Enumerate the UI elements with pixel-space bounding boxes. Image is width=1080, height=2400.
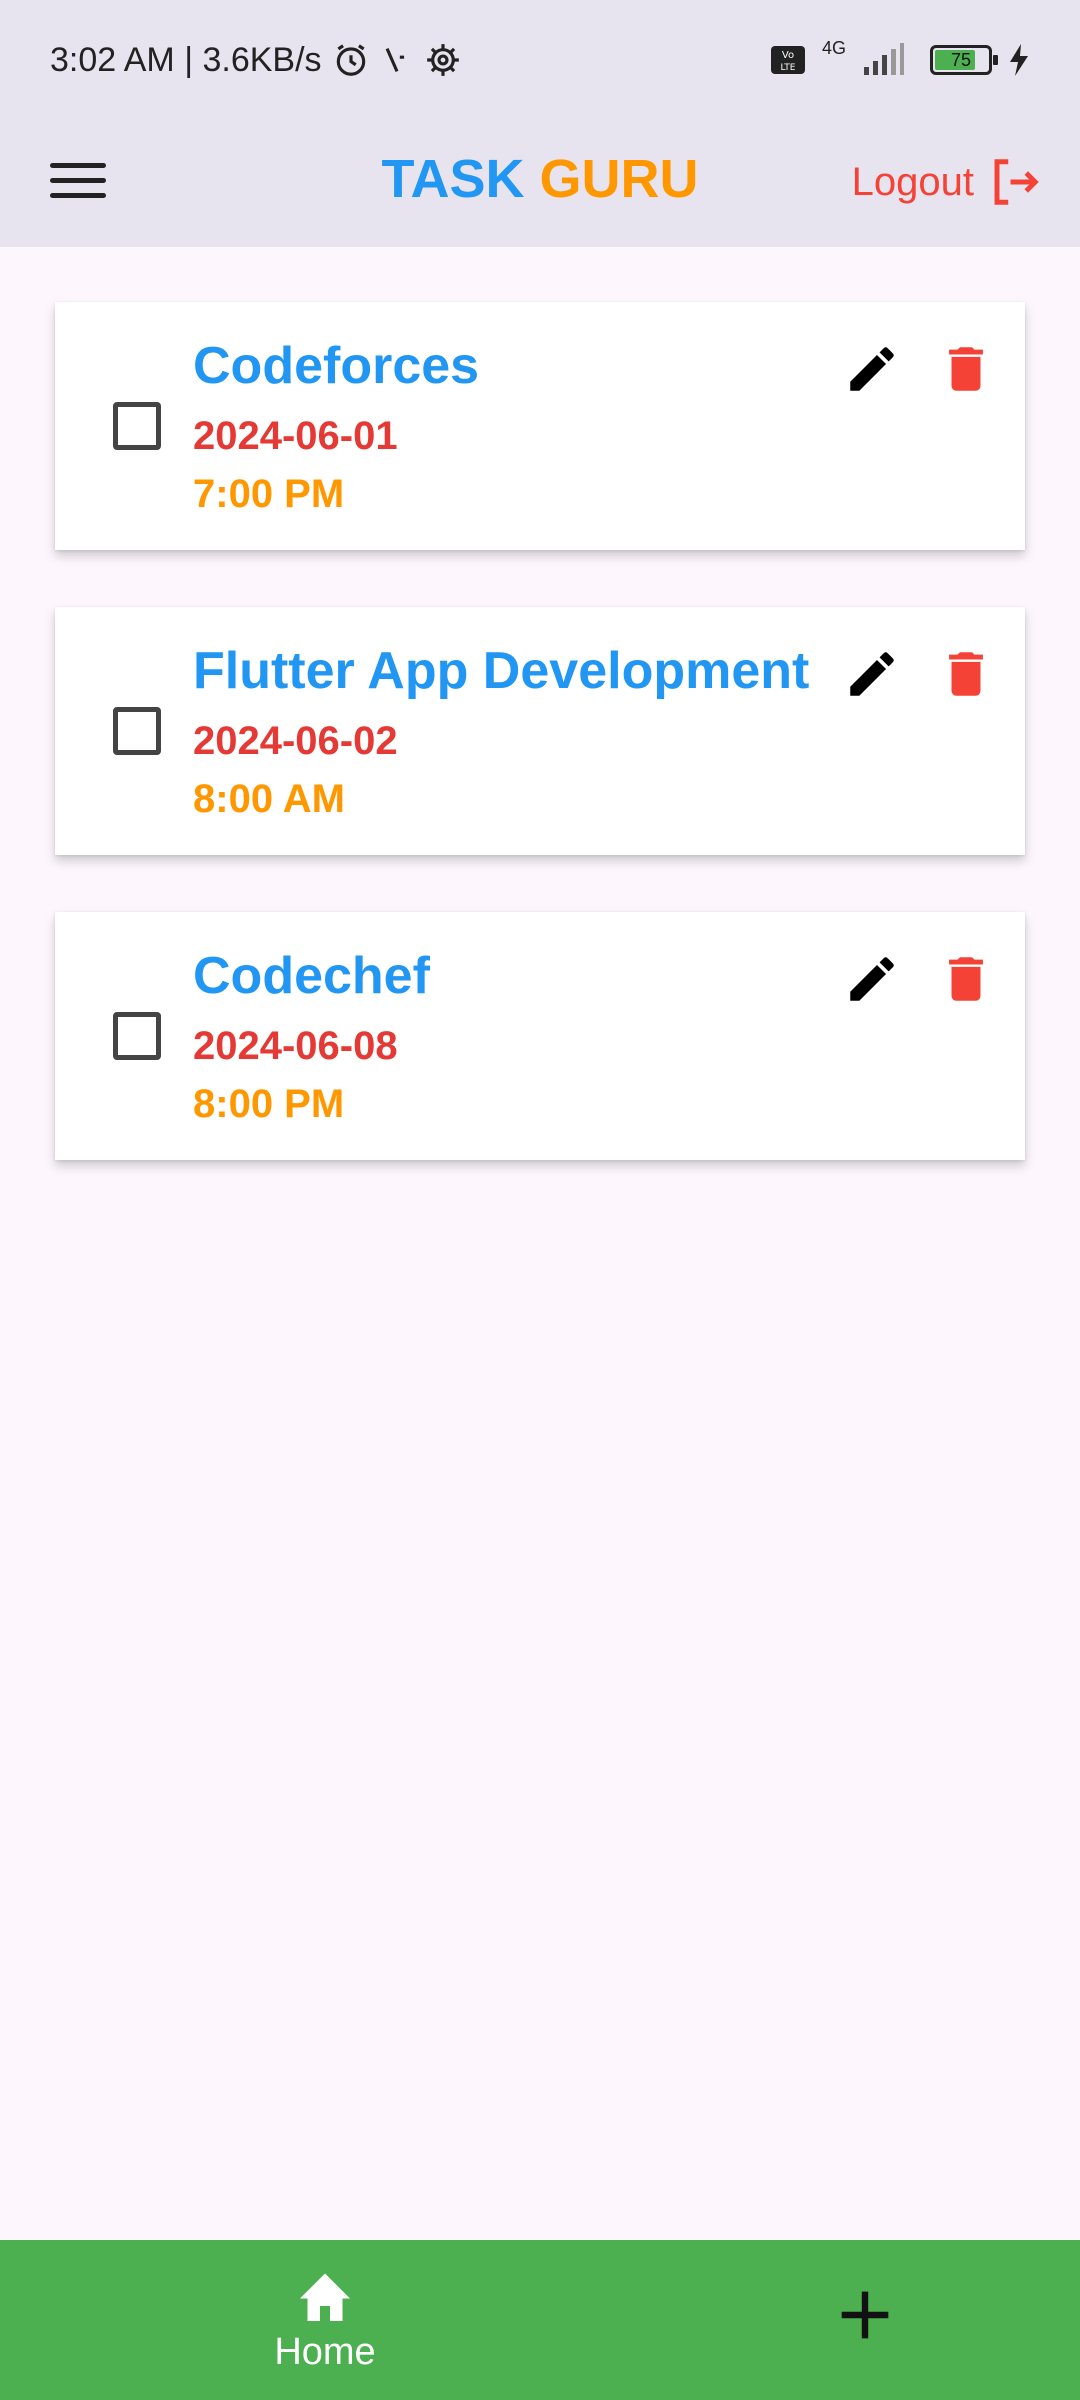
status-time-speed: 3:02 AM | 3.6KB/s bbox=[50, 40, 322, 79]
logout-icon bbox=[994, 159, 1039, 205]
task-checkbox[interactable] bbox=[113, 402, 161, 450]
bottom-nav: Home bbox=[0, 2240, 1080, 2400]
task-date: 2024-06-02 bbox=[193, 719, 398, 763]
menu-icon[interactable] bbox=[50, 153, 106, 213]
delete-icon[interactable] bbox=[937, 950, 995, 1008]
task-title: Codechef bbox=[193, 947, 430, 1005]
charging-bolt-icon bbox=[1010, 44, 1028, 76]
nav-home-label: Home bbox=[274, 2331, 376, 2373]
edit-icon[interactable] bbox=[843, 340, 901, 398]
status-left: 3:02 AM | 3.6KB/s bbox=[50, 41, 462, 80]
app-title-part1: TASK bbox=[381, 149, 525, 209]
delete-icon[interactable] bbox=[937, 645, 995, 703]
task-card[interactable]: Codeforces 2024-06-01 7:00 PM bbox=[55, 302, 1025, 550]
svg-text:Vo: Vo bbox=[782, 50, 794, 61]
task-checkbox[interactable] bbox=[113, 1012, 161, 1060]
task-title: Codeforces bbox=[193, 337, 480, 395]
logout-label: Logout bbox=[851, 159, 974, 204]
task-title: Flutter App Development bbox=[193, 642, 810, 700]
edit-icon[interactable] bbox=[843, 950, 901, 1008]
delete-icon[interactable] bbox=[937, 340, 995, 398]
network-type: 4G bbox=[821, 37, 846, 58]
add-icon[interactable] bbox=[830, 2280, 900, 2350]
app-bar: TASK GURU Logout bbox=[0, 120, 1080, 247]
task-checkbox[interactable] bbox=[113, 707, 161, 755]
nav-home-button[interactable]: Home bbox=[220, 2268, 430, 2378]
task-time: 8:00 AM bbox=[193, 777, 345, 821]
battery-level: 75 bbox=[950, 50, 972, 70]
task-date: 2024-06-01 bbox=[193, 414, 398, 458]
battery-icon: 75 bbox=[930, 45, 998, 75]
app-title-part2: GURU bbox=[539, 149, 699, 209]
task-date: 2024-06-08 bbox=[193, 1024, 398, 1068]
status-right: Vo LTE 4G 75 bbox=[770, 38, 1030, 77]
vpn-icon bbox=[385, 48, 404, 72]
settings-gear-icon bbox=[426, 44, 459, 76]
task-card[interactable]: Codechef 2024-06-08 8:00 PM bbox=[55, 912, 1025, 1160]
signal-icon bbox=[864, 43, 904, 75]
status-bar: 3:02 AM | 3.6KB/s Vo LTE 4G 75 bbox=[0, 0, 1080, 120]
task-card[interactable]: Flutter App Development 2024-06-02 8:00 … bbox=[55, 607, 1025, 855]
home-icon bbox=[300, 2273, 350, 2321]
volte-icon: Vo LTE bbox=[770, 46, 805, 74]
edit-icon[interactable] bbox=[843, 645, 901, 703]
svg-text:LTE: LTE bbox=[781, 63, 796, 73]
logout-button[interactable]: Logout bbox=[852, 142, 1042, 222]
alarm-icon bbox=[336, 44, 365, 76]
task-time: 7:00 PM bbox=[193, 472, 345, 516]
task-time: 8:00 PM bbox=[193, 1082, 345, 1126]
